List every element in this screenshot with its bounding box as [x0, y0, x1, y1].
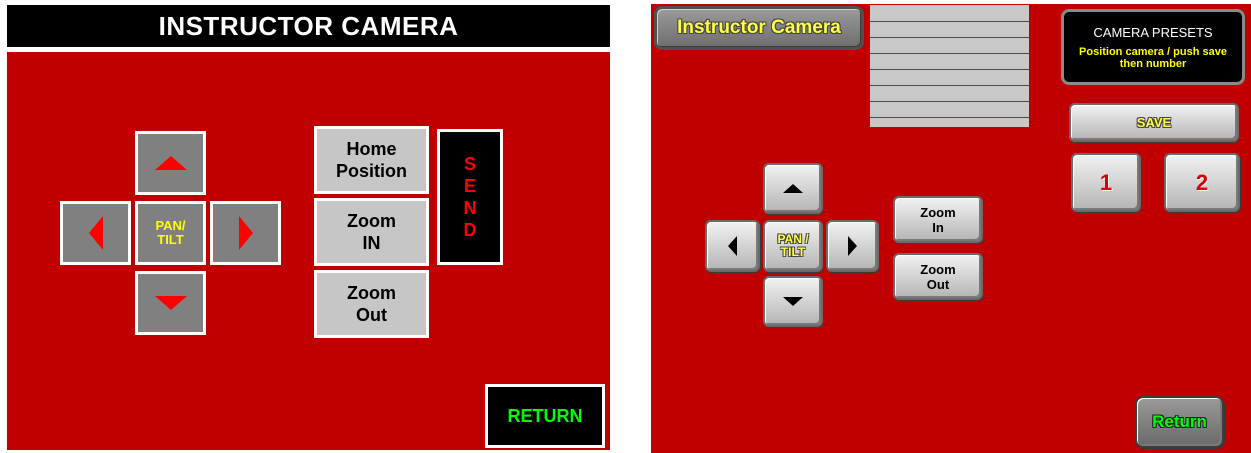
- instructor-camera-title-button[interactable]: Instructor Camera: [654, 6, 864, 50]
- arrow-up-icon: [783, 184, 803, 193]
- arrow-right-icon: [848, 236, 857, 256]
- arrow-up-icon: [154, 156, 187, 170]
- tilt-down-button[interactable]: [763, 276, 823, 327]
- arrow-down-icon: [783, 297, 803, 306]
- list-row-divider: [870, 21, 1029, 22]
- pan-left-button-right[interactable]: [705, 220, 760, 272]
- pan-tilt-button-right[interactable]: PAN / TILT: [763, 220, 823, 272]
- return-label: RETURN: [507, 405, 583, 426]
- zoom-out-right-line2: Out: [926, 276, 950, 292]
- preset-2-button[interactable]: 2: [1164, 153, 1240, 212]
- zoom-in-right-line1: Zoom: [920, 204, 956, 220]
- list-row-divider: [870, 37, 1029, 38]
- return-right-label: Return: [1152, 412, 1207, 431]
- preset-list[interactable]: [870, 5, 1029, 127]
- zoom-in-right-line2: In: [932, 219, 944, 235]
- zoom-in-label-line1: Zoom: [347, 211, 396, 231]
- camera-presets-instructions-line1: Position camera / push save: [1079, 45, 1227, 58]
- pan-tilt-button[interactable]: PAN/ TILT: [135, 201, 206, 265]
- zoom-in-button[interactable]: Zoom IN: [314, 198, 429, 266]
- preset-1-label: 1: [1099, 169, 1113, 195]
- preset-2-label: 2: [1195, 169, 1209, 195]
- zoom-out-label-line1: Zoom: [347, 283, 396, 303]
- zoom-out-button-right[interactable]: Zoom Out: [893, 253, 983, 300]
- pan-tilt-label-line1: PAN/: [155, 218, 186, 233]
- camera-presets-title: CAMERA PRESETS: [1093, 24, 1213, 40]
- arrow-right-icon: [238, 216, 253, 250]
- pan-right-button-right[interactable]: [826, 220, 879, 272]
- camera-presets-instructions-line2: then number: [1119, 57, 1187, 70]
- list-row-divider: [870, 101, 1029, 102]
- left-title-bar: INSTRUCTOR CAMERA: [7, 5, 610, 47]
- pan-down-button[interactable]: [135, 271, 206, 335]
- left-title: INSTRUCTOR CAMERA: [158, 10, 459, 41]
- arrow-down-icon: [154, 296, 187, 310]
- pan-tilt-right-label-line2: TILT: [780, 245, 806, 259]
- camera-presets-info: CAMERA PRESETS Position camera / push sa…: [1061, 9, 1245, 85]
- send-letter-n: N: [463, 198, 477, 218]
- home-position-label-line1: Home: [346, 139, 397, 159]
- zoom-out-label-line2: Out: [356, 305, 387, 325]
- zoom-out-button[interactable]: Zoom Out: [314, 270, 429, 338]
- pan-right-button[interactable]: [210, 201, 281, 265]
- send-letter-d: D: [463, 220, 477, 240]
- preset-1-button[interactable]: 1: [1071, 153, 1141, 212]
- instructor-camera-title: Instructor Camera: [677, 17, 841, 38]
- pan-left-button[interactable]: [60, 201, 131, 265]
- tilt-up-button[interactable]: [763, 163, 823, 214]
- zoom-out-right-line1: Zoom: [920, 261, 956, 277]
- list-row-divider: [870, 53, 1029, 54]
- send-button[interactable]: S E N D: [437, 129, 503, 265]
- save-button[interactable]: SAVE: [1069, 103, 1239, 142]
- send-letter-e: E: [463, 176, 476, 196]
- home-position-button[interactable]: Home Position: [314, 126, 429, 194]
- return-button[interactable]: RETURN: [485, 384, 605, 448]
- pan-tilt-label-line2: TILT: [157, 232, 184, 247]
- list-row-divider: [870, 117, 1029, 118]
- zoom-in-button-right[interactable]: Zoom In: [893, 196, 983, 243]
- zoom-in-label-line2: IN: [362, 233, 381, 253]
- send-letter-s: S: [463, 154, 476, 174]
- arrow-left-icon: [728, 236, 737, 256]
- list-row-divider: [870, 69, 1029, 70]
- list-row-divider: [870, 85, 1029, 86]
- arrow-left-icon: [88, 216, 103, 250]
- pan-up-button[interactable]: [135, 131, 206, 195]
- return-button-right[interactable]: Return: [1135, 396, 1224, 448]
- save-label: SAVE: [1136, 115, 1172, 130]
- home-position-label-line2: Position: [336, 161, 407, 181]
